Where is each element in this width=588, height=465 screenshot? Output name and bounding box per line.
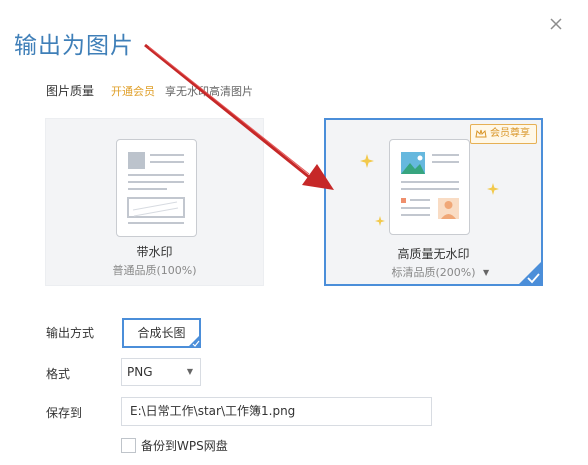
sparkle-icon <box>487 183 499 195</box>
vip-link[interactable]: 开通会员 <box>111 83 155 99</box>
dialog-title: 输出为图片 <box>14 33 134 59</box>
format-value: PNG <box>127 365 153 379</box>
format-label: 格式 <box>46 367 71 381</box>
watermark-doc-icon <box>116 139 197 237</box>
watermark-option-subtitle: 普通品质(100%) <box>112 264 197 277</box>
save-label: 保存到 <box>46 406 83 420</box>
sparkle-icon <box>375 216 385 226</box>
chevron-down-icon[interactable]: ▼ <box>483 268 489 277</box>
watermark-option-card[interactable]: 带水印 普通品质(100%) <box>45 118 264 286</box>
vip-badge: 会员尊享 <box>470 124 537 144</box>
close-icon[interactable] <box>548 16 564 32</box>
output-mode-label: 输出方式 <box>46 326 95 340</box>
quality-note: 享无水印高清图片 <box>165 85 253 98</box>
backup-checkbox[interactable] <box>121 438 136 453</box>
quality-label: 图片质量 <box>46 84 95 98</box>
output-mode-option[interactable]: 合成长图 <box>122 318 201 348</box>
vip-badge-label: 会员尊享 <box>490 128 530 139</box>
format-select[interactable]: PNG ▼ <box>121 358 201 386</box>
hq-option-subtitle: 标清品质(200%) <box>391 266 476 279</box>
chevron-down-icon: ▼ <box>186 367 193 376</box>
checkmark-icon <box>187 334 201 348</box>
hq-option-card[interactable]: 会员尊享 高质量无水印 标清品质(200%) ▼ <box>324 118 543 286</box>
backup-label: 备份到WPS网盘 <box>141 439 228 453</box>
hq-option-title: 高质量无水印 <box>397 247 470 261</box>
hq-doc-icon <box>389 139 470 235</box>
checkmark-icon <box>517 260 543 286</box>
crown-icon <box>475 129 487 139</box>
output-mode-value: 合成长图 <box>137 326 186 340</box>
watermark-option-title: 带水印 <box>136 245 173 259</box>
sparkle-icon <box>360 154 374 168</box>
save-path-input[interactable]: E:\日常工作\star\工作簿1.png <box>121 397 432 426</box>
